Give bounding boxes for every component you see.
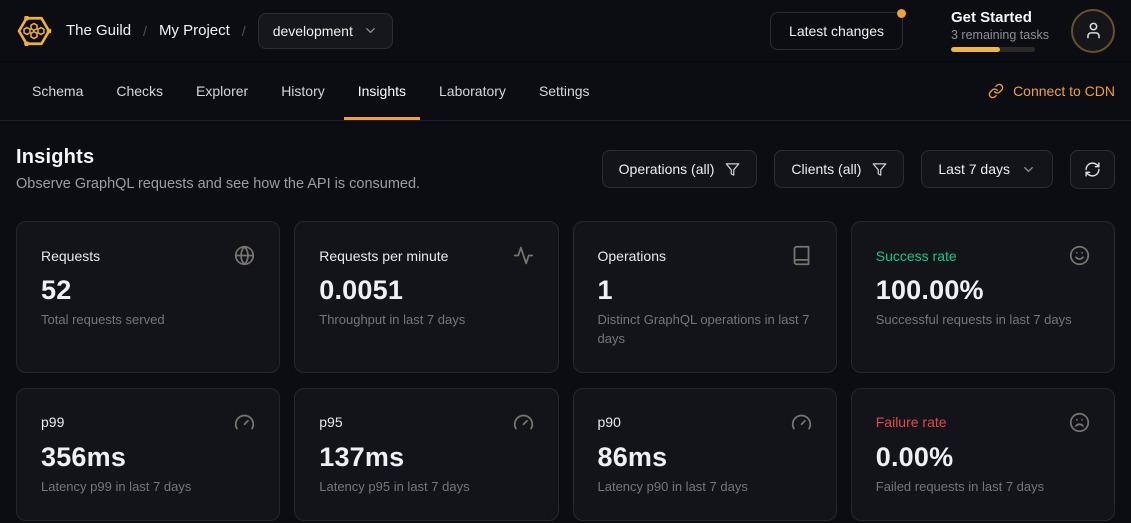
tab-history[interactable]: History — [267, 62, 339, 120]
card-value: 1 — [598, 275, 812, 306]
cdn-link-label: Connect to CDN — [1013, 83, 1115, 99]
card-description: Distinct GraphQL operations in last 7 da… — [598, 311, 812, 349]
card-description: Latency p95 in last 7 days — [319, 478, 533, 497]
clients-filter-label: Clients (all) — [791, 161, 861, 177]
page-heading-block: Insights Observe GraphQL requests and se… — [16, 146, 420, 192]
gauge-icon — [513, 412, 534, 433]
card-title: Operations — [598, 248, 666, 264]
card-value: 86ms — [598, 442, 812, 473]
period-dropdown-value: Last 7 days — [938, 161, 1010, 177]
card-title: p90 — [598, 414, 621, 430]
card-description: Total requests served — [41, 311, 255, 330]
card-description: Latency p90 in last 7 days — [598, 478, 812, 497]
connect-to-cdn-link[interactable]: Connect to CDN — [988, 83, 1115, 99]
target-selector-value: development — [273, 23, 353, 39]
link-icon — [988, 83, 1004, 99]
page-subtitle: Observe GraphQL requests and see how the… — [16, 176, 420, 192]
tab-settings[interactable]: Settings — [525, 62, 604, 120]
requests-card: Requests 52 Total requests served — [16, 221, 280, 373]
tab-explorer[interactable]: Explorer — [182, 62, 262, 120]
tab-laboratory[interactable]: Laboratory — [425, 62, 520, 120]
card-value: 100.00% — [876, 275, 1090, 306]
get-started-widget[interactable]: Get Started 3 remaining tasks — [951, 9, 1043, 52]
operations-filter-label: Operations (all) — [619, 161, 715, 177]
card-value: 0.00% — [876, 442, 1090, 473]
hive-logo-icon[interactable] — [16, 13, 52, 49]
book-icon — [791, 245, 812, 266]
filter-icon — [872, 162, 887, 177]
success-rate-card: Success rate 100.00% Successful requests… — [851, 221, 1115, 373]
card-description: Failed requests in last 7 days — [876, 478, 1090, 497]
card-title: Requests — [41, 248, 100, 264]
period-dropdown[interactable]: Last 7 days — [921, 150, 1053, 188]
card-title: Failure rate — [876, 414, 947, 430]
card-title: p95 — [319, 414, 342, 430]
tab-checks[interactable]: Checks — [102, 62, 177, 120]
get-started-subtitle: 3 remaining tasks — [951, 28, 1043, 42]
operations-filter-button[interactable]: Operations (all) — [602, 150, 758, 188]
refresh-button[interactable] — [1070, 150, 1115, 189]
main-nav: Schema Checks Explorer History Insights … — [0, 62, 1131, 121]
p99-card: p99 356ms Latency p99 in last 7 days — [16, 388, 280, 521]
gauge-icon — [791, 412, 812, 433]
breadcrumb-org[interactable]: The Guild — [66, 22, 131, 39]
breadcrumb-project[interactable]: My Project — [159, 22, 230, 39]
card-title: Success rate — [876, 248, 957, 264]
latest-changes-label: Latest changes — [789, 23, 884, 39]
user-icon — [1084, 21, 1103, 40]
card-value: 356ms — [41, 442, 255, 473]
activity-icon — [513, 245, 534, 266]
chevron-down-icon — [1021, 162, 1036, 177]
filter-icon — [725, 162, 740, 177]
clients-filter-button[interactable]: Clients (all) — [774, 150, 904, 188]
p90-card: p90 86ms Latency p90 in last 7 days — [573, 388, 837, 521]
card-title: p99 — [41, 414, 64, 430]
card-description: Successful requests in last 7 days — [876, 311, 1090, 330]
get-started-title: Get Started — [951, 9, 1043, 26]
card-value: 137ms — [319, 442, 533, 473]
filters-toolbar: Operations (all) Clients (all) Last 7 da… — [602, 150, 1115, 189]
frown-icon — [1069, 412, 1090, 433]
card-title: Requests per minute — [319, 248, 448, 264]
card-description: Throughput in last 7 days — [319, 311, 533, 330]
insights-page: Insights Observe GraphQL requests and se… — [0, 121, 1131, 523]
tab-schema[interactable]: Schema — [18, 62, 97, 120]
tab-insights[interactable]: Insights — [344, 62, 420, 120]
target-selector-dropdown[interactable]: development — [258, 13, 393, 49]
user-avatar[interactable] — [1071, 9, 1115, 53]
notification-dot — [897, 9, 906, 18]
gauge-icon — [234, 412, 255, 433]
requests-per-minute-card: Requests per minute 0.0051 Throughput in… — [294, 221, 558, 373]
breadcrumb-separator: / — [143, 23, 147, 39]
chevron-down-icon — [363, 23, 378, 38]
globe-icon — [234, 245, 255, 266]
p95-card: p95 137ms Latency p95 in last 7 days — [294, 388, 558, 521]
card-value: 52 — [41, 275, 255, 306]
page-title: Insights — [16, 146, 420, 169]
get-started-progress-bar — [951, 47, 1035, 52]
stats-grid: Requests 52 Total requests served Reques… — [16, 221, 1115, 521]
card-description: Latency p99 in last 7 days — [41, 478, 255, 497]
smile-icon — [1069, 245, 1090, 266]
top-header: The Guild / My Project / development Lat… — [0, 0, 1131, 62]
breadcrumb-separator: / — [242, 23, 246, 39]
latest-changes-button[interactable]: Latest changes — [770, 12, 903, 50]
get-started-progress-fill — [951, 47, 1000, 52]
card-value: 0.0051 — [319, 275, 533, 306]
failure-rate-card: Failure rate 0.00% Failed requests in la… — [851, 388, 1115, 521]
operations-card: Operations 1 Distinct GraphQL operations… — [573, 221, 837, 373]
refresh-icon — [1084, 161, 1101, 178]
nav-spacer — [609, 62, 989, 120]
